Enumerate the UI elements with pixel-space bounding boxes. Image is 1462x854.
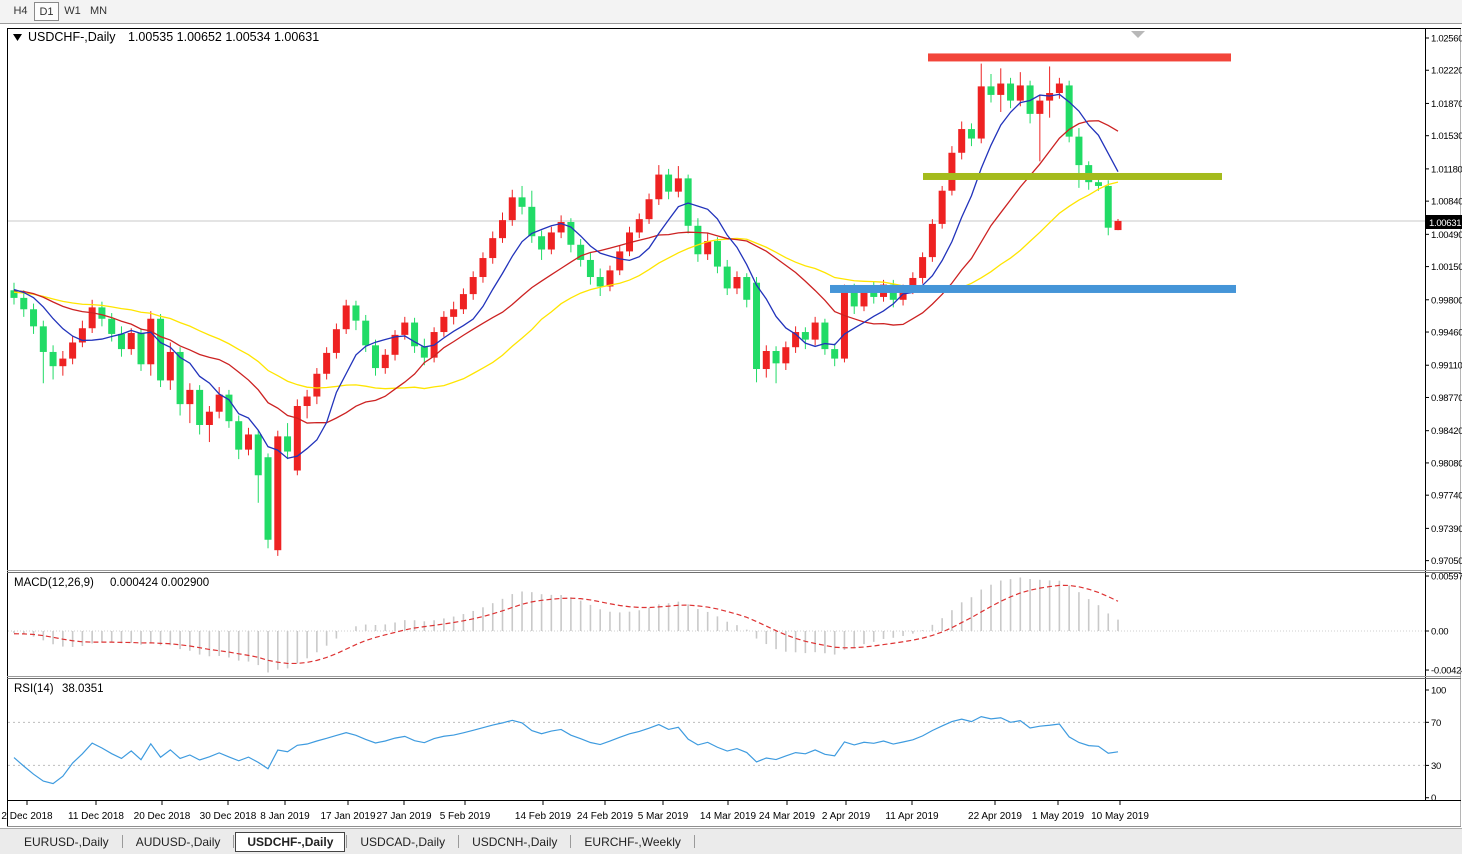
svg-text:0.99800: 0.99800 <box>1431 295 1462 306</box>
svg-text:8 Jan 2019: 8 Jan 2019 <box>260 811 310 822</box>
tab-eurusd[interactable]: EURUSD-,Daily <box>12 832 121 852</box>
svg-text:1.02560: 1.02560 <box>1431 34 1462 45</box>
svg-text:0.97390: 0.97390 <box>1431 524 1462 535</box>
svg-text:0.98420: 0.98420 <box>1431 426 1462 437</box>
chart-frame <box>0 24 1462 827</box>
svg-text:1.00150: 1.00150 <box>1431 262 1462 273</box>
svg-text:1.01870: 1.01870 <box>1431 99 1462 110</box>
svg-text:11 Dec 2018: 11 Dec 2018 <box>68 811 124 822</box>
mt4-terminal: { "window": { "toolbar": { "buttons": [ … <box>0 0 1462 854</box>
timeframe-button-mn[interactable]: MN <box>86 2 111 21</box>
svg-text:20 Dec 2018: 20 Dec 2018 <box>134 811 191 822</box>
svg-text:11 Apr 2019: 11 Apr 2019 <box>885 811 939 822</box>
svg-text:2 Dec 2018: 2 Dec 2018 <box>1 811 53 822</box>
svg-text:0.00597: 0.00597 <box>1431 572 1462 583</box>
svg-text:17 Jan 2019: 17 Jan 2019 <box>320 811 375 822</box>
svg-text:24 Feb 2019: 24 Feb 2019 <box>577 811 634 822</box>
tab-separator <box>346 835 348 848</box>
tab-usdchf[interactable]: USDCHF-,Daily <box>235 831 346 852</box>
svg-text:0.98770: 0.98770 <box>1431 393 1462 404</box>
support-line[interactable] <box>830 284 1236 293</box>
macd-values: 0.000424 0.002900 <box>110 577 209 589</box>
svg-text:1.00490: 1.00490 <box>1431 230 1462 241</box>
broken-support-line[interactable] <box>923 172 1222 180</box>
svg-text:5 Feb 2019: 5 Feb 2019 <box>440 811 491 822</box>
tab-separator <box>458 835 460 848</box>
svg-text:0.00: 0.00 <box>1431 627 1448 638</box>
chart-title: USDCHF-,Daily <box>28 30 116 44</box>
rsi-label: RSI(14) <box>14 683 54 695</box>
svg-text:1.01180: 1.01180 <box>1431 164 1462 175</box>
svg-text:0.99110: 0.99110 <box>1431 361 1462 372</box>
chart-canvas[interactable]: 1.02560 1.02220 1.01870 1.01530 1.01180 1.008… <box>0 0 1462 828</box>
svg-text:100: 100 <box>1431 686 1446 697</box>
macd-label: MACD(12,26,9) <box>14 577 94 589</box>
svg-text:24 Mar 2019: 24 Mar 2019 <box>759 811 816 822</box>
timeframe-toolbar: H4 D1 W1 MN <box>0 0 1462 24</box>
svg-text:14 Feb 2019: 14 Feb 2019 <box>515 811 572 822</box>
tab-separator <box>121 835 123 848</box>
svg-text:-0.00424: -0.00424 <box>1431 666 1462 677</box>
svg-text:70: 70 <box>1431 718 1441 729</box>
svg-text:30: 30 <box>1431 761 1441 772</box>
current-price-tag: 1.00631 <box>1426 215 1462 229</box>
timeframe-button-w1[interactable]: W1 <box>60 2 85 21</box>
timeframe-button-d1[interactable]: D1 <box>34 2 59 21</box>
svg-text:22 Apr 2019: 22 Apr 2019 <box>968 811 1022 822</box>
ohlc-readout: 1.00535 1.00652 1.00534 1.00631 <box>128 30 319 44</box>
timeframe-button-h4[interactable]: H4 <box>8 2 33 21</box>
svg-text:30 Dec 2018: 30 Dec 2018 <box>200 811 257 822</box>
tab-separator <box>693 835 695 848</box>
svg-text:14 Mar 2019: 14 Mar 2019 <box>700 811 757 822</box>
svg-text:0.97050: 0.97050 <box>1431 556 1462 567</box>
svg-text:0.98080: 0.98080 <box>1431 458 1462 469</box>
symbol-tabbar: EURUSD-,Daily AUDUSD-,Daily USDCHF-,Daily U… <box>0 828 1462 854</box>
tab-eurchf[interactable]: EURCHF-,Weekly <box>572 832 692 852</box>
svg-text:10 May 2019: 10 May 2019 <box>1091 811 1149 822</box>
svg-text:27 Jan 2019: 27 Jan 2019 <box>376 811 431 822</box>
svg-text:2 Apr 2019: 2 Apr 2019 <box>822 811 871 822</box>
tab-usdcnh[interactable]: USDCNH-,Daily <box>460 832 569 852</box>
svg-text:0: 0 <box>1431 793 1436 804</box>
tab-audusd[interactable]: AUDUSD-,Daily <box>124 832 233 852</box>
svg-text:0.97740: 0.97740 <box>1431 491 1462 502</box>
svg-text:5 Mar 2019: 5 Mar 2019 <box>638 811 689 822</box>
rsi-value: 38.0351 <box>62 683 104 695</box>
svg-text:1 May 2019: 1 May 2019 <box>1032 811 1085 822</box>
tab-separator <box>570 835 572 848</box>
tab-separator <box>233 835 235 848</box>
resistance-line[interactable] <box>928 53 1231 62</box>
svg-text:0.99460: 0.99460 <box>1431 328 1462 339</box>
svg-text:1.00631: 1.00631 <box>1429 218 1461 229</box>
svg-text:1.00840: 1.00840 <box>1431 197 1462 208</box>
svg-text:1.01530: 1.01530 <box>1431 131 1462 142</box>
tab-usdcad[interactable]: USDCAD-,Daily <box>348 832 457 852</box>
svg-text:1.02220: 1.02220 <box>1431 66 1462 77</box>
